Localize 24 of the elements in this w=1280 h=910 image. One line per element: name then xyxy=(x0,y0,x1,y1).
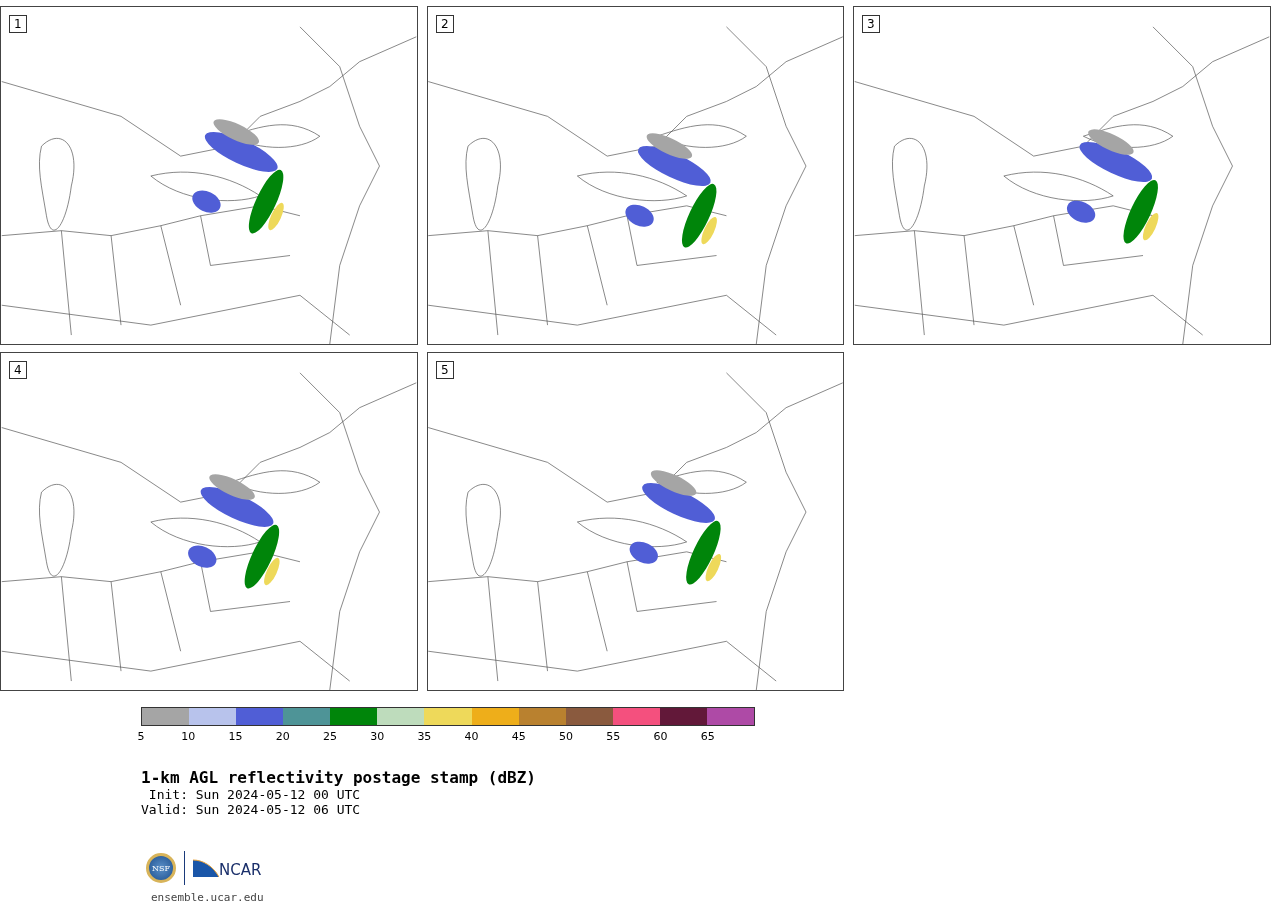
tick-label: 25 xyxy=(322,730,337,743)
panel-number: 1 xyxy=(9,15,27,33)
nsf-logo: NSF xyxy=(146,853,176,883)
tick-label: 65 xyxy=(700,730,715,743)
tick-label: 15 xyxy=(228,730,243,743)
tick-label: 5 xyxy=(137,730,145,743)
tick-label: 50 xyxy=(559,730,574,743)
valid-time: Valid: Sun 2024-05-12 06 UTC xyxy=(141,802,362,817)
tick-label: 35 xyxy=(417,730,432,743)
tick-label: 55 xyxy=(606,730,621,743)
ncar-logo: NCAR xyxy=(193,858,262,878)
tick-label: 40 xyxy=(464,730,479,743)
panel-number: 2 xyxy=(436,15,454,33)
tick-label: 45 xyxy=(511,730,526,743)
panel-number: 5 xyxy=(436,361,454,379)
tick-label: 10 xyxy=(181,730,196,743)
website-url: ensemble.ucar.edu xyxy=(150,891,265,904)
panel-number: 4 xyxy=(9,361,27,379)
tick-label: 60 xyxy=(653,730,668,743)
chart-title: 1-km AGL reflectivity postage stamp (dBZ) xyxy=(141,768,537,787)
tick-label: 20 xyxy=(275,730,290,743)
tick-label: 30 xyxy=(370,730,385,743)
panel-number: 3 xyxy=(862,15,880,33)
init-time: Init: Sun 2024-05-12 00 UTC xyxy=(147,787,362,802)
